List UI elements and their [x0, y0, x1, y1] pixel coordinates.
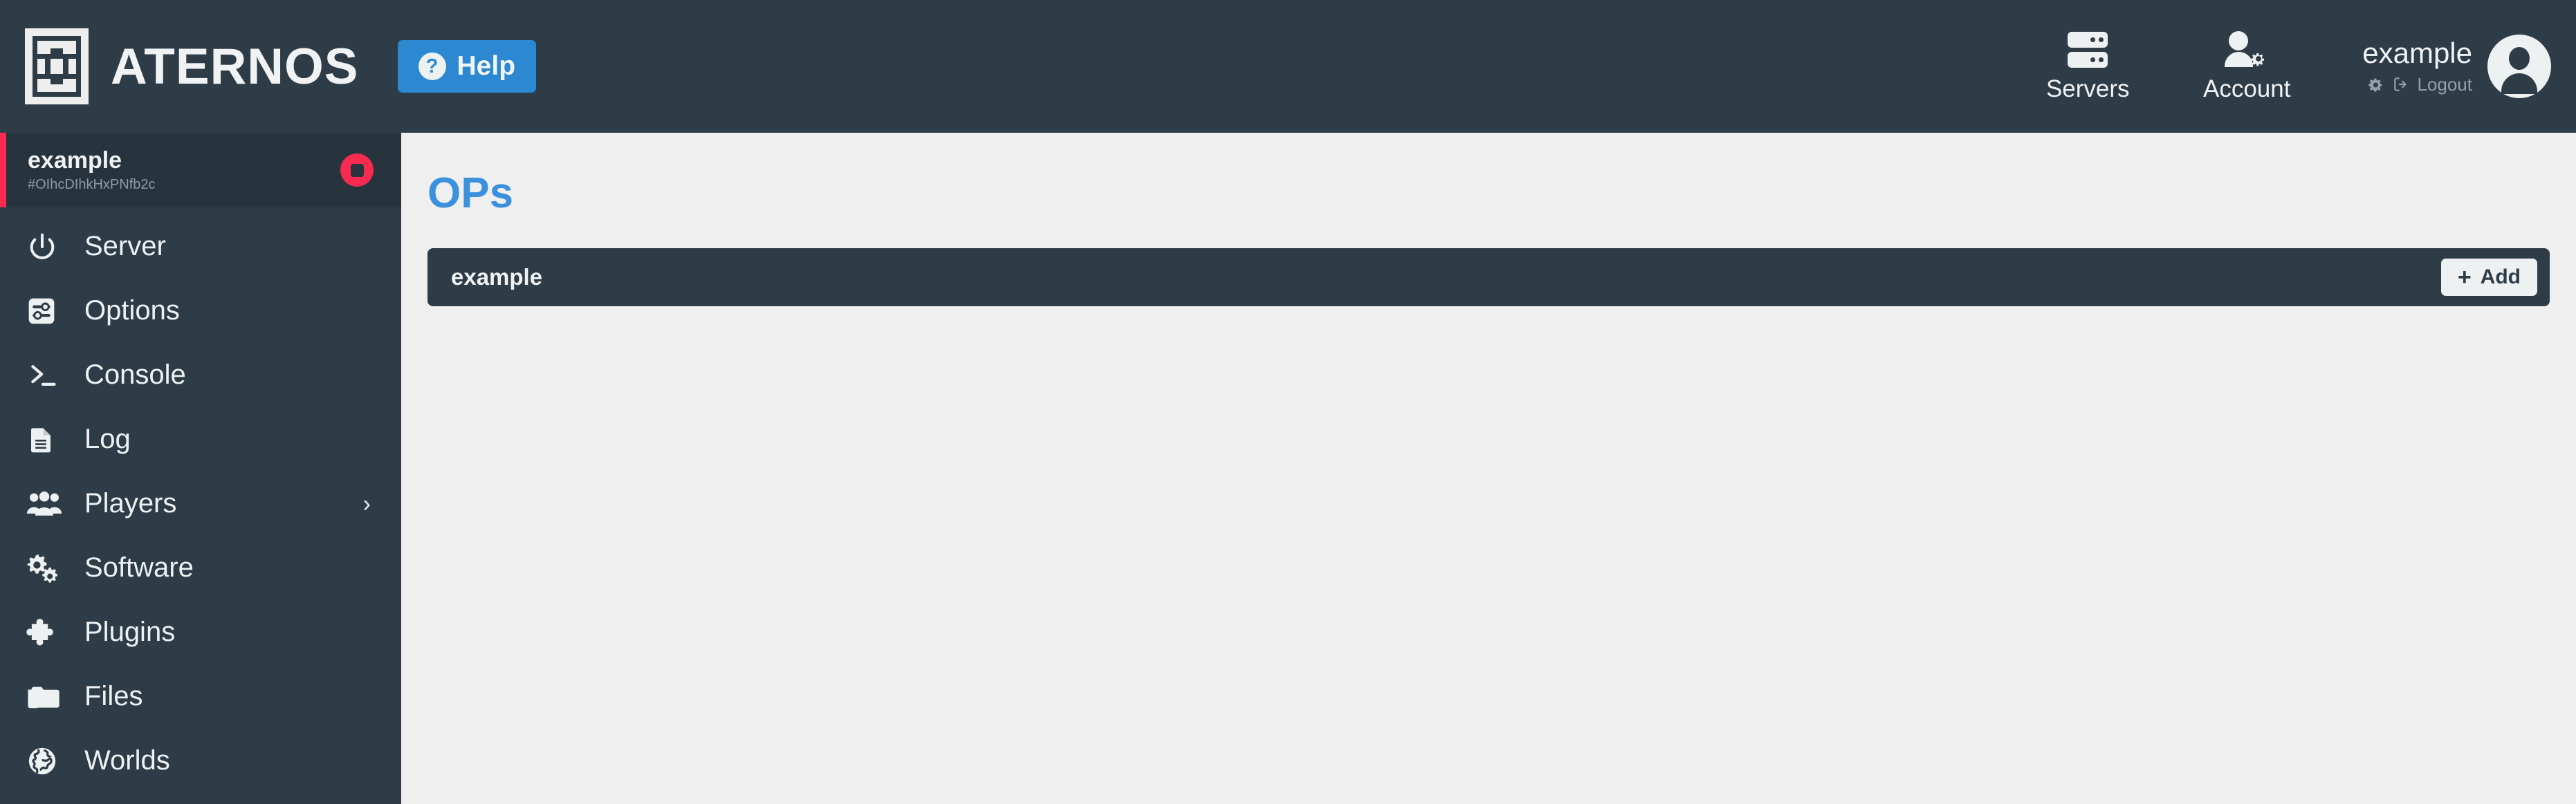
sidebar-item-log[interactable]: Log [0, 407, 401, 471]
chevron-right-icon[interactable]: › [363, 492, 371, 516]
sidebar-item-files[interactable]: Files [0, 664, 401, 729]
sidebar-item-worlds-label: Worlds [84, 745, 170, 776]
user-menu[interactable]: example Logout [2362, 35, 2551, 98]
sidebar: example #OIhcDIhkHxPNfb2c Server Options… [0, 133, 401, 804]
sidebar-item-plugins[interactable]: Plugins [0, 600, 401, 664]
user-gear-icon [2225, 30, 2269, 69]
aternos-logo-icon [25, 28, 89, 104]
sidebar-item-server-label: Server [84, 231, 166, 261]
nav-item-servers[interactable]: Servers [2008, 30, 2167, 103]
user-avatar-icon[interactable] [2487, 35, 2551, 98]
page-title: OPs [427, 169, 514, 217]
sidebar-server-header[interactable]: example #OIhcDIhkHxPNfb2c [0, 133, 401, 207]
sidebar-item-console[interactable]: Console [0, 343, 401, 407]
sidebar-item-players-label: Players [84, 488, 177, 518]
brand-logo[interactable]: ATERNOS [25, 28, 359, 104]
nav-item-servers-label: Servers [2045, 75, 2130, 102]
main-content: OPs example + Add [401, 133, 2576, 804]
user-name: example [2362, 37, 2472, 70]
sidebar-item-options[interactable]: Options [0, 279, 401, 343]
globe-icon [26, 745, 72, 777]
power-icon [26, 231, 72, 263]
plus-icon: + [2457, 264, 2472, 290]
server-rack-icon [2068, 30, 2108, 69]
sidebar-item-files-label: Files [84, 681, 143, 711]
folder-icon [26, 682, 72, 711]
nav-item-account-label: Account [2203, 75, 2291, 102]
logout-arrow-icon[interactable] [2391, 75, 2411, 93]
question-circle-icon: ? [418, 53, 446, 80]
sidebar-item-software[interactable]: Software [0, 536, 401, 600]
sidebar-item-players[interactable]: Players › [0, 471, 401, 536]
ops-list-row[interactable]: example + Add [427, 248, 2550, 306]
terminal-icon [26, 360, 72, 391]
document-icon [26, 424, 72, 456]
logout-label[interactable]: Logout [2417, 74, 2472, 95]
sidebar-item-log-label: Log [84, 424, 131, 454]
brand-name: ATERNOS [111, 38, 359, 95]
people-icon [26, 489, 72, 518]
sidebar-nav: Server Options Console Log Players › Sof… [0, 207, 401, 793]
puzzle-icon [26, 617, 72, 648]
sliders-icon [26, 296, 72, 326]
nav-item-account[interactable]: Account [2167, 30, 2326, 103]
server-status-accent [0, 133, 6, 207]
sidebar-item-worlds[interactable]: Worlds [0, 729, 401, 793]
sidebar-server-id: #OIhcDIhkHxPNfb2c [28, 176, 156, 192]
sidebar-server-name: example [28, 147, 122, 174]
header-right-nav: Servers Account example Logout [2008, 0, 2576, 133]
gear-icon[interactable] [2367, 75, 2385, 93]
sidebar-item-console-label: Console [84, 359, 186, 390]
sidebar-item-plugins-label: Plugins [84, 617, 176, 647]
op-entry-name: example [451, 264, 543, 290]
gears-icon [26, 552, 72, 584]
add-op-button[interactable]: + Add [2440, 259, 2537, 296]
top-header-bar: ATERNOS ? Help Servers Account example L… [0, 0, 2576, 133]
help-button-label: Help [457, 51, 516, 81]
add-op-button-label: Add [2480, 265, 2521, 288]
sidebar-item-server[interactable]: Server [0, 214, 401, 279]
sidebar-item-software-label: Software [84, 552, 194, 583]
stop-square-icon[interactable] [340, 153, 374, 187]
help-button[interactable]: ? Help [397, 40, 537, 93]
sidebar-item-options-label: Options [84, 295, 180, 326]
